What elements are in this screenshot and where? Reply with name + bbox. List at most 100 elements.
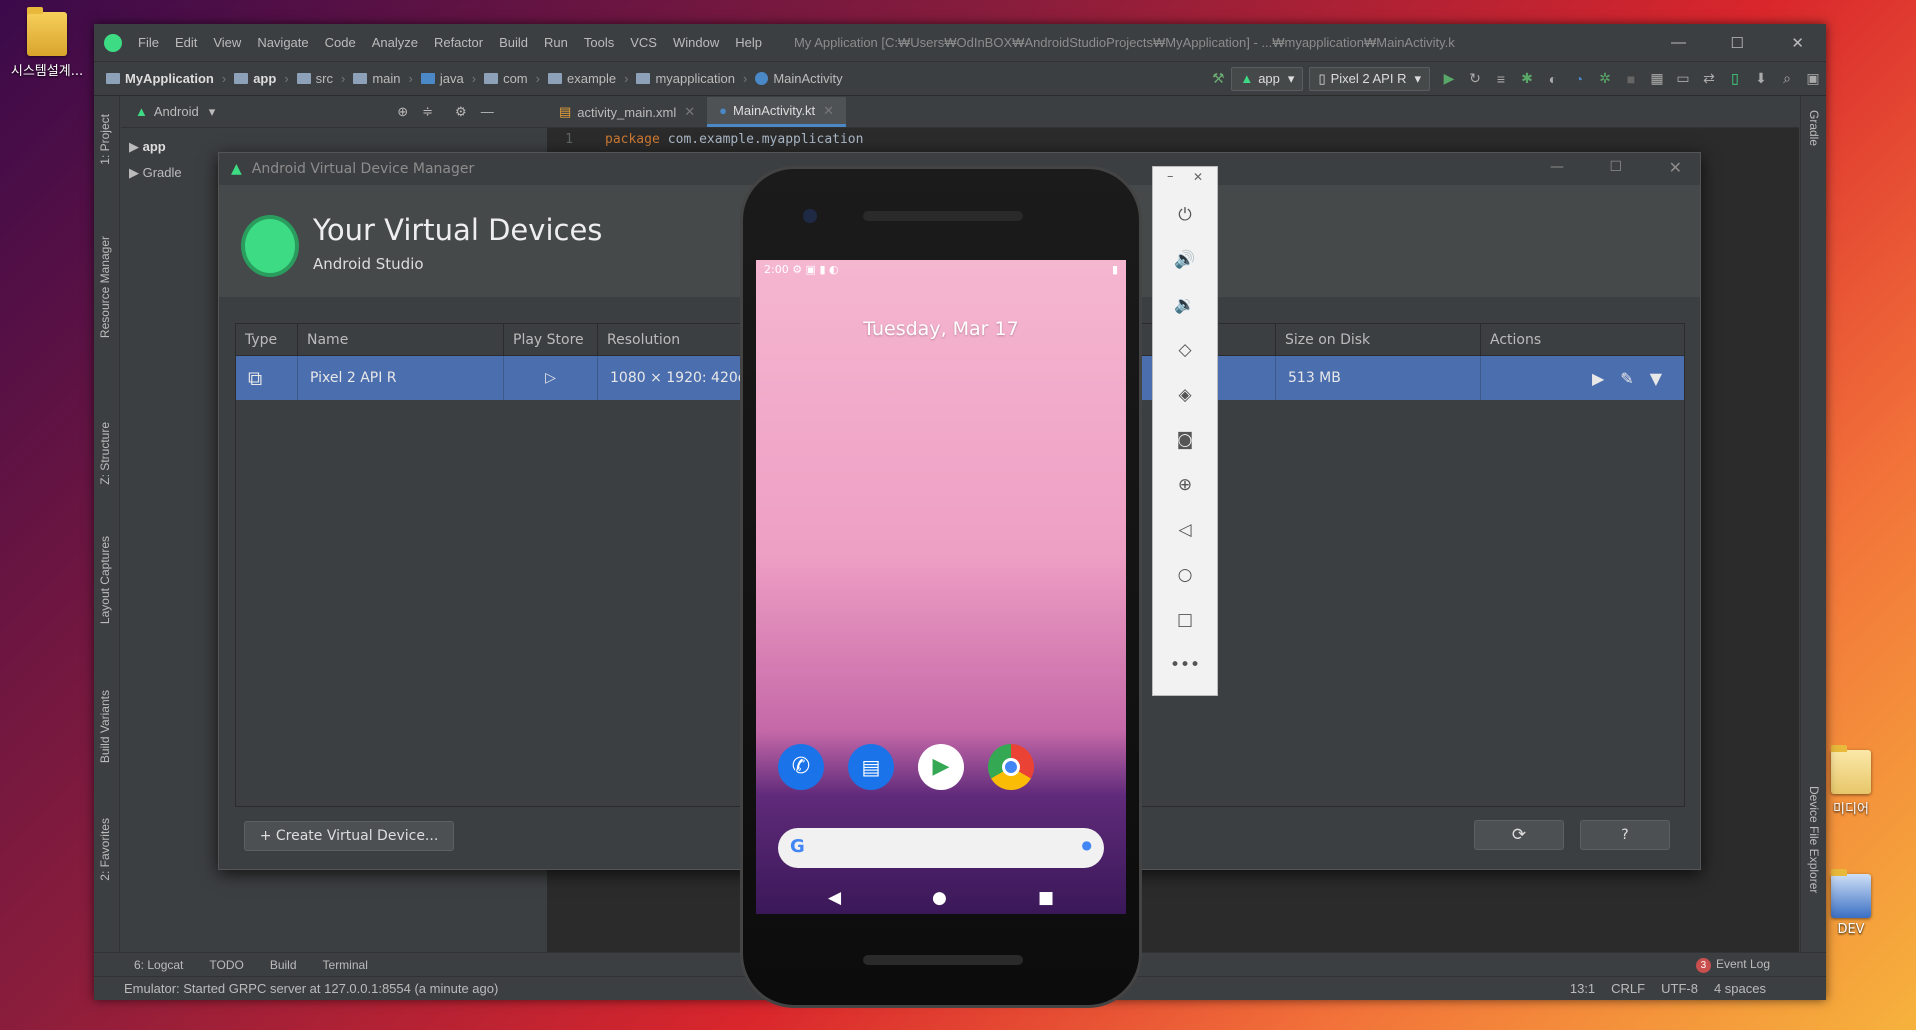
run-config-select[interactable]: ▲ app ▾: [1231, 66, 1304, 91]
breadcrumb-main[interactable]: main ›: [353, 71, 413, 86]
breadcrumb-example[interactable]: example ›: [547, 71, 628, 86]
launch-icon[interactable]: ▶: [1592, 369, 1604, 388]
back-nav-icon[interactable]: ◁: [1153, 520, 1217, 540]
phone-app-icon[interactable]: ✆: [778, 744, 824, 790]
more-icon[interactable]: •••: [1153, 655, 1217, 675]
coverage-icon[interactable]: ✲: [1592, 67, 1618, 91]
breadcrumb-com[interactable]: com ›: [484, 71, 540, 86]
chevron-down-icon[interactable]: ▾: [209, 104, 216, 120]
run-icon[interactable]: ▶: [1436, 67, 1462, 91]
project-view-select[interactable]: Android: [154, 104, 199, 119]
volume-down-icon[interactable]: 🔉: [1153, 295, 1217, 315]
code-line[interactable]: 1 package com.example.myapplication: [547, 128, 1799, 150]
home-icon[interactable]: ●: [932, 888, 947, 908]
avd-manager-icon[interactable]: ▯: [1722, 67, 1748, 91]
avd-minimize-icon[interactable]: —: [1550, 159, 1564, 175]
attach-debugger-icon[interactable]: ◐: [1540, 67, 1566, 91]
project-structure-icon[interactable]: ▦: [1644, 67, 1670, 91]
menu-refactor[interactable]: Refactor: [434, 35, 483, 50]
more-actions-icon[interactable]: ▼: [1650, 369, 1662, 388]
menu-window[interactable]: Window: [673, 35, 719, 50]
col-actions[interactable]: Actions: [1481, 324, 1684, 355]
tool-device-file-explorer[interactable]: Device File Explorer: [1807, 786, 1821, 893]
status-encoding[interactable]: UTF-8: [1661, 981, 1698, 996]
create-virtual-device-button[interactable]: + Create Virtual Device...: [244, 821, 454, 851]
menu-vcs[interactable]: VCS: [630, 35, 657, 50]
close-icon[interactable]: ✕: [1791, 34, 1804, 52]
tool-logcat[interactable]: 6: Logcat: [134, 958, 183, 972]
menu-navigate[interactable]: Navigate: [257, 35, 308, 50]
google-search-bar[interactable]: G ●: [778, 828, 1104, 868]
play-store-app-icon[interactable]: ▶: [918, 744, 964, 790]
event-log[interactable]: 3 Event Log: [1695, 957, 1796, 973]
status-line-sep[interactable]: CRLF: [1611, 981, 1645, 996]
col-name[interactable]: Name: [298, 324, 504, 355]
col-play-store[interactable]: Play Store: [504, 324, 598, 355]
back-icon[interactable]: ◀: [828, 888, 841, 908]
tab-mainactivity-kt[interactable]: ● MainActivity.kt ✕: [707, 97, 847, 127]
menu-code[interactable]: Code: [325, 35, 356, 50]
menu-file[interactable]: File: [138, 35, 159, 50]
collapse-icon[interactable]: ≑: [422, 104, 433, 120]
avd-maximize-icon[interactable]: ☐: [1609, 159, 1622, 175]
minimize-icon[interactable]: —: [1671, 34, 1686, 51]
refresh-icon[interactable]: ⟳: [1474, 820, 1564, 850]
status-indent[interactable]: 4 spaces: [1714, 981, 1766, 996]
breadcrumb-myapplication[interactable]: myapplication ›: [636, 71, 747, 86]
home-nav-icon[interactable]: ○: [1153, 565, 1217, 585]
breadcrumb-mainactivity[interactable]: MainActivity: [755, 71, 843, 86]
breadcrumb-java[interactable]: java ›: [420, 71, 476, 86]
debug-icon[interactable]: ✱: [1514, 67, 1540, 91]
col-size[interactable]: Size on Disk: [1276, 324, 1481, 355]
edit-icon[interactable]: ✎: [1620, 369, 1633, 388]
col-type[interactable]: Type: [236, 324, 298, 355]
power-icon[interactable]: ⏻: [1153, 205, 1217, 225]
recents-icon[interactable]: ■: [1038, 888, 1054, 908]
chrome-app-icon[interactable]: [988, 744, 1034, 790]
locate-icon[interactable]: ⊕: [397, 104, 408, 120]
menu-run[interactable]: Run: [544, 35, 568, 50]
avd-close-icon[interactable]: ✕: [1669, 158, 1682, 177]
rotate-left-icon[interactable]: ◇: [1153, 340, 1217, 360]
tool-project[interactable]: 1: Project: [98, 114, 112, 165]
stop-icon[interactable]: ■: [1618, 67, 1644, 91]
build-hammer-icon[interactable]: ⚒: [1205, 67, 1231, 91]
breadcrumb-src[interactable]: src ›: [296, 71, 345, 86]
maximize-icon[interactable]: ☐: [1731, 34, 1744, 52]
terminal-icon[interactable]: ▭: [1670, 67, 1696, 91]
rerun-icon[interactable]: ↻: [1462, 67, 1488, 91]
profile-icon[interactable]: ◔: [1566, 67, 1592, 91]
menu-help[interactable]: Help: [735, 35, 762, 50]
tool-todo[interactable]: TODO: [209, 958, 243, 972]
help-button[interactable]: ?: [1580, 820, 1670, 850]
menu-analyze[interactable]: Analyze: [372, 35, 418, 50]
volume-up-icon[interactable]: 🔊: [1153, 250, 1217, 270]
overview-icon[interactable]: □: [1153, 610, 1217, 630]
tool-favorites[interactable]: 2: Favorites: [98, 818, 112, 881]
menu-tools[interactable]: Tools: [584, 35, 614, 50]
tool-terminal[interactable]: Terminal: [323, 958, 368, 972]
status-position[interactable]: 13:1: [1570, 981, 1595, 996]
tool-gradle[interactable]: Gradle: [1807, 110, 1821, 146]
sync-gradle-icon[interactable]: ⇄: [1696, 67, 1722, 91]
rotate-right-icon[interactable]: ◈: [1153, 385, 1217, 405]
tab-activity-main-xml[interactable]: ▤ activity_main.xml ✕: [547, 97, 707, 127]
breadcrumb-app[interactable]: app ›: [234, 71, 289, 86]
emu-minimize-icon[interactable]: –: [1167, 169, 1174, 184]
search-icon[interactable]: ⌕: [1774, 67, 1800, 91]
screenshot-icon[interactable]: ◙: [1153, 430, 1217, 450]
assistant-icon[interactable]: ●: [1082, 838, 1092, 852]
menu-build[interactable]: Build: [499, 35, 528, 50]
tool-resource-manager[interactable]: Resource Manager: [98, 236, 112, 338]
gear-icon[interactable]: ⚙: [455, 104, 467, 120]
hide-icon[interactable]: —: [481, 104, 494, 119]
menu-edit[interactable]: Edit: [175, 35, 197, 50]
tool-structure[interactable]: Z: Structure: [98, 422, 112, 485]
emu-close-icon[interactable]: ✕: [1193, 170, 1203, 184]
messages-app-icon[interactable]: ▤: [848, 744, 894, 790]
zoom-icon[interactable]: ⊕: [1153, 475, 1217, 495]
tool-build-variants[interactable]: Build Variants: [98, 690, 112, 763]
menu-view[interactable]: View: [213, 35, 241, 50]
sdk-manager-icon[interactable]: ⬇: [1748, 67, 1774, 91]
phone-screen[interactable]: 2:00 ⚙ ▣ ▮ ◐ ▮ Tuesday, Mar 17 ✆ ▤ ▶ G ●…: [756, 260, 1126, 914]
